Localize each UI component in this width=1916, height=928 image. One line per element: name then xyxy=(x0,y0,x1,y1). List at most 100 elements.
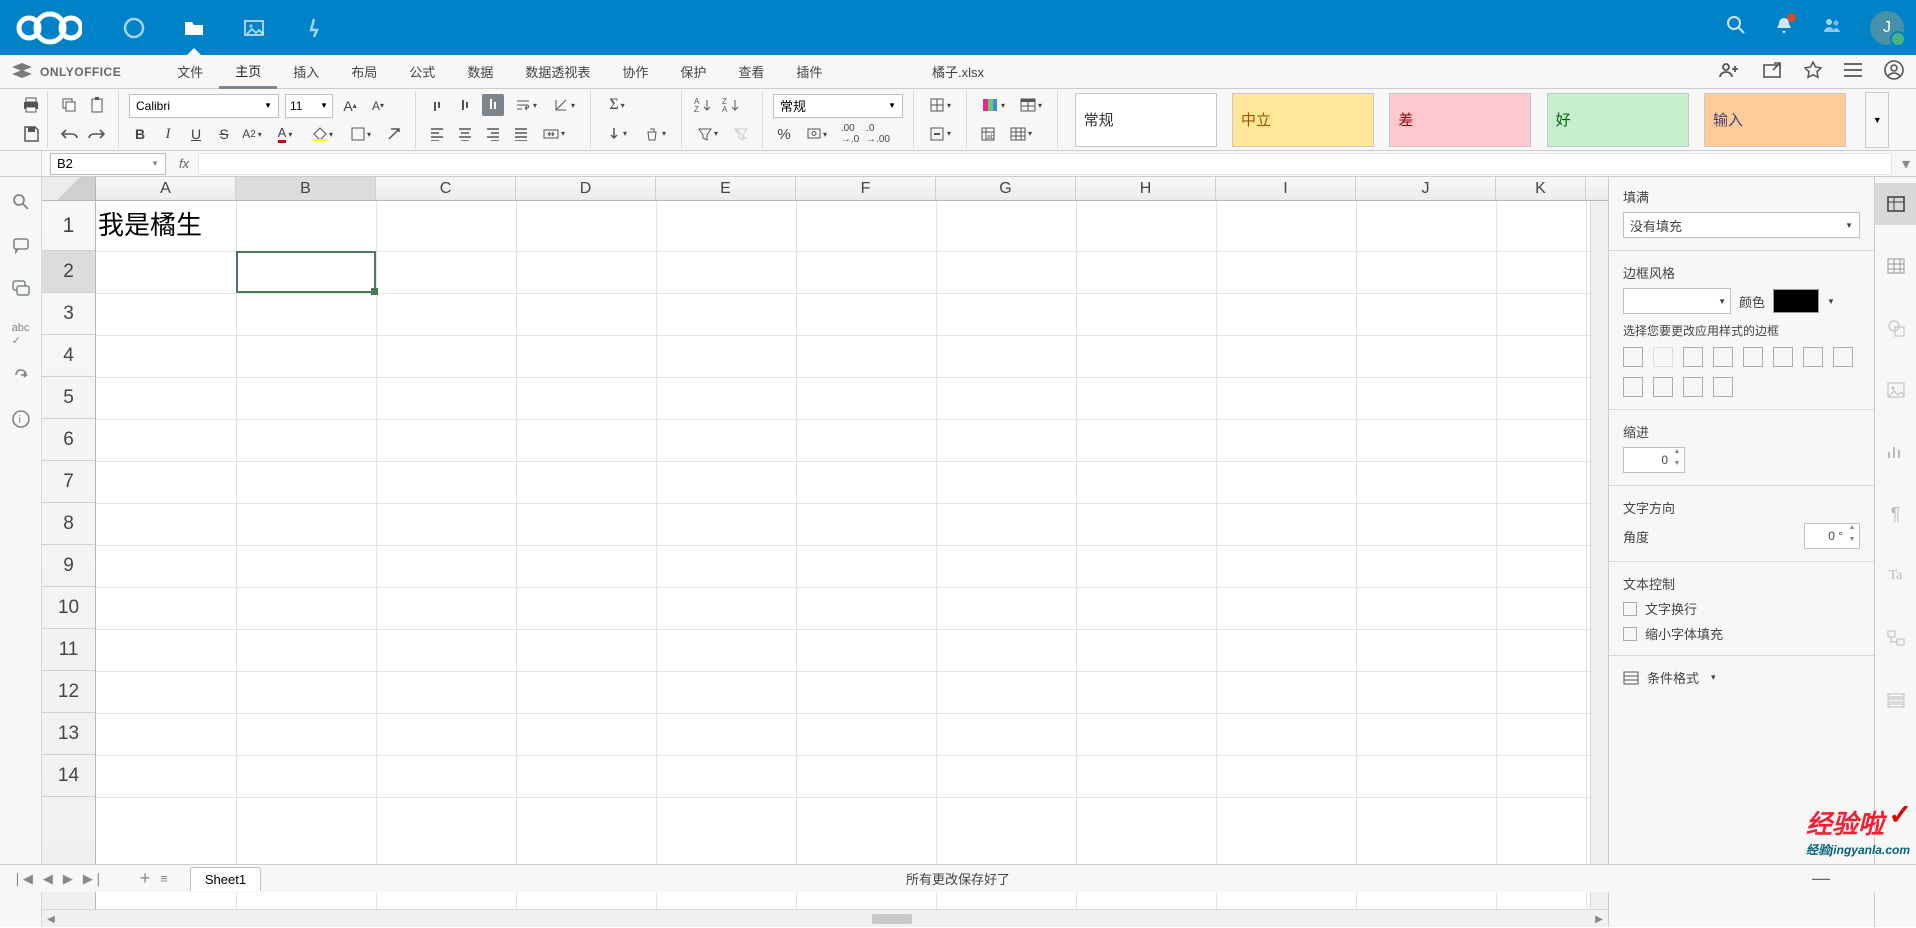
align-center-icon[interactable] xyxy=(454,123,476,145)
table-settings-tab-icon[interactable] xyxy=(1875,245,1916,287)
col-header-G[interactable]: G xyxy=(936,177,1076,200)
conditional-fmt-icon[interactable]: ▾ xyxy=(977,94,1009,116)
fill-down-icon[interactable]: ▾ xyxy=(601,123,633,145)
autosum-icon[interactable]: Σ▾ xyxy=(601,94,633,116)
fill-color-icon[interactable]: ▾ xyxy=(307,123,339,145)
slicer-tab-icon[interactable] xyxy=(1875,679,1916,721)
dashboard-app-icon[interactable] xyxy=(106,0,162,55)
bold-icon[interactable]: B xyxy=(129,123,151,145)
menu-tab-8[interactable]: 保护 xyxy=(664,55,722,89)
row-header-5[interactable]: 5 xyxy=(42,377,95,419)
row-header-9[interactable]: 9 xyxy=(42,545,95,587)
paragraph-tab-icon[interactable]: ¶ xyxy=(1875,493,1916,535)
inc-decimal-icon[interactable]: .00→.0 xyxy=(839,123,861,145)
row-header-7[interactable]: 7 xyxy=(42,461,95,503)
col-header-D[interactable]: D xyxy=(516,177,656,200)
activity-app-icon[interactable] xyxy=(286,0,342,55)
sort-asc-icon[interactable]: AZ xyxy=(692,94,714,116)
more-styles-icon[interactable]: ▼ xyxy=(1865,92,1889,148)
prev-sheet-icon[interactable]: ◀ xyxy=(43,871,53,887)
col-header-K[interactable]: K xyxy=(1496,177,1586,200)
valign-mid-icon[interactable] xyxy=(454,94,476,116)
menu-tab-3[interactable]: 布局 xyxy=(335,55,393,89)
add-sheet-icon[interactable]: + xyxy=(140,868,151,889)
remove-filter-icon[interactable] xyxy=(730,123,752,145)
menu-tab-2[interactable]: 插入 xyxy=(277,55,335,89)
filter-icon[interactable]: ▾ xyxy=(692,123,724,145)
about-icon[interactable]: i xyxy=(12,410,30,433)
delete-cells-icon[interactable]: ▾ xyxy=(924,123,956,145)
horizontal-scrollbar[interactable]: ◀▶ xyxy=(42,909,1608,927)
select-all-corner[interactable] xyxy=(42,177,96,200)
pivot-tab-icon[interactable] xyxy=(1875,617,1916,659)
valign-top-icon[interactable] xyxy=(426,94,448,116)
border-cross-icon[interactable] xyxy=(1683,347,1703,367)
border-color-picker[interactable] xyxy=(1773,289,1819,313)
orientation-icon[interactable]: ▾ xyxy=(548,94,580,116)
favorite-icon[interactable] xyxy=(1804,61,1822,82)
row-header-3[interactable]: 3 xyxy=(42,293,95,335)
borders-icon[interactable]: ▾ xyxy=(345,123,377,145)
border-left-icon[interactable] xyxy=(1803,347,1823,367)
currency-icon[interactable]: ▾ xyxy=(801,123,833,145)
vertical-scrollbar[interactable] xyxy=(1590,201,1608,909)
cell-style-2[interactable]: 差 xyxy=(1389,93,1531,147)
strike-icon[interactable]: S xyxy=(213,123,235,145)
row-header-8[interactable]: 8 xyxy=(42,503,95,545)
save-icon[interactable] xyxy=(20,123,42,145)
last-sheet-icon[interactable]: ▶❘ xyxy=(83,871,104,887)
sheet-tab[interactable]: Sheet1 xyxy=(190,867,261,891)
col-header-J[interactable]: J xyxy=(1356,177,1496,200)
menu-tab-1[interactable]: 主页 xyxy=(219,55,277,89)
angle-spinner[interactable]: 0 °▲▼ xyxy=(1804,523,1860,549)
wrap-text-icon[interactable]: ▾ xyxy=(510,94,542,116)
chat-icon[interactable] xyxy=(12,279,30,302)
border-all-icon[interactable] xyxy=(1623,347,1643,367)
table-template-icon[interactable]: ▾ xyxy=(1015,94,1047,116)
print-icon[interactable] xyxy=(20,94,42,116)
expand-formula-icon[interactable]: ▾ xyxy=(1896,154,1916,174)
formula-input[interactable] xyxy=(198,153,1892,175)
border-top-icon[interactable] xyxy=(1653,377,1673,397)
notifications-icon[interactable] xyxy=(1774,15,1794,40)
increase-font-icon[interactable]: A▴ xyxy=(339,95,361,117)
row-header-4[interactable]: 4 xyxy=(42,335,95,377)
first-sheet-icon[interactable]: ❘◀ xyxy=(12,871,33,887)
underline-icon[interactable]: U xyxy=(185,123,207,145)
border-bottom-icon[interactable] xyxy=(1713,377,1733,397)
menu-tab-9[interactable]: 查看 xyxy=(722,55,780,89)
row-header-1[interactable]: 1 xyxy=(42,201,95,251)
col-header-E[interactable]: E xyxy=(656,177,796,200)
cell-style-4[interactable]: 输入 xyxy=(1704,93,1846,147)
fx-icon[interactable]: fx xyxy=(172,156,196,171)
spellcheck-icon[interactable]: abc✓ xyxy=(12,322,30,347)
menu-icon[interactable] xyxy=(1844,63,1862,80)
border-style-select[interactable]: ▼ xyxy=(1623,288,1731,314)
col-header-C[interactable]: C xyxy=(376,177,516,200)
user-avatar[interactable]: J xyxy=(1870,11,1904,45)
open-location-icon[interactable] xyxy=(1762,61,1782,82)
textart-tab-icon[interactable]: Ta xyxy=(1875,555,1916,597)
menu-tab-6[interactable]: 数据透视表 xyxy=(509,55,606,89)
row-header-11[interactable]: 11 xyxy=(42,629,95,671)
redo-icon[interactable] xyxy=(86,123,108,145)
chart-settings-tab-icon[interactable] xyxy=(1875,431,1916,473)
italic-icon[interactable]: I xyxy=(157,123,179,145)
col-header-F[interactable]: F xyxy=(796,177,936,200)
border-inner-icon[interactable] xyxy=(1653,347,1673,367)
dec-decimal-icon[interactable]: .0→.00 xyxy=(867,123,889,145)
border-vcenter-icon[interactable] xyxy=(1833,347,1853,367)
copy-icon[interactable] xyxy=(58,94,80,116)
zoom-out-icon[interactable]: — xyxy=(1812,868,1830,889)
conditional-format-link[interactable]: 条件格式 ▾ xyxy=(1623,668,1860,687)
menu-tab-4[interactable]: 公式 xyxy=(393,55,451,89)
menu-tab-0[interactable]: 文件 xyxy=(161,55,219,89)
add-user-icon[interactable] xyxy=(1718,61,1740,82)
shrink-checkbox[interactable]: 缩小字体填充 xyxy=(1623,624,1860,643)
clear-icon[interactable]: ▾ xyxy=(639,123,671,145)
subsuper-icon[interactable]: A2▾ xyxy=(241,123,263,145)
valign-bot-icon[interactable] xyxy=(482,94,504,116)
number-format-select[interactable]: 常规▼ xyxy=(773,94,903,118)
image-settings-tab-icon[interactable] xyxy=(1875,369,1916,411)
row-header-2[interactable]: 2 xyxy=(42,251,95,293)
